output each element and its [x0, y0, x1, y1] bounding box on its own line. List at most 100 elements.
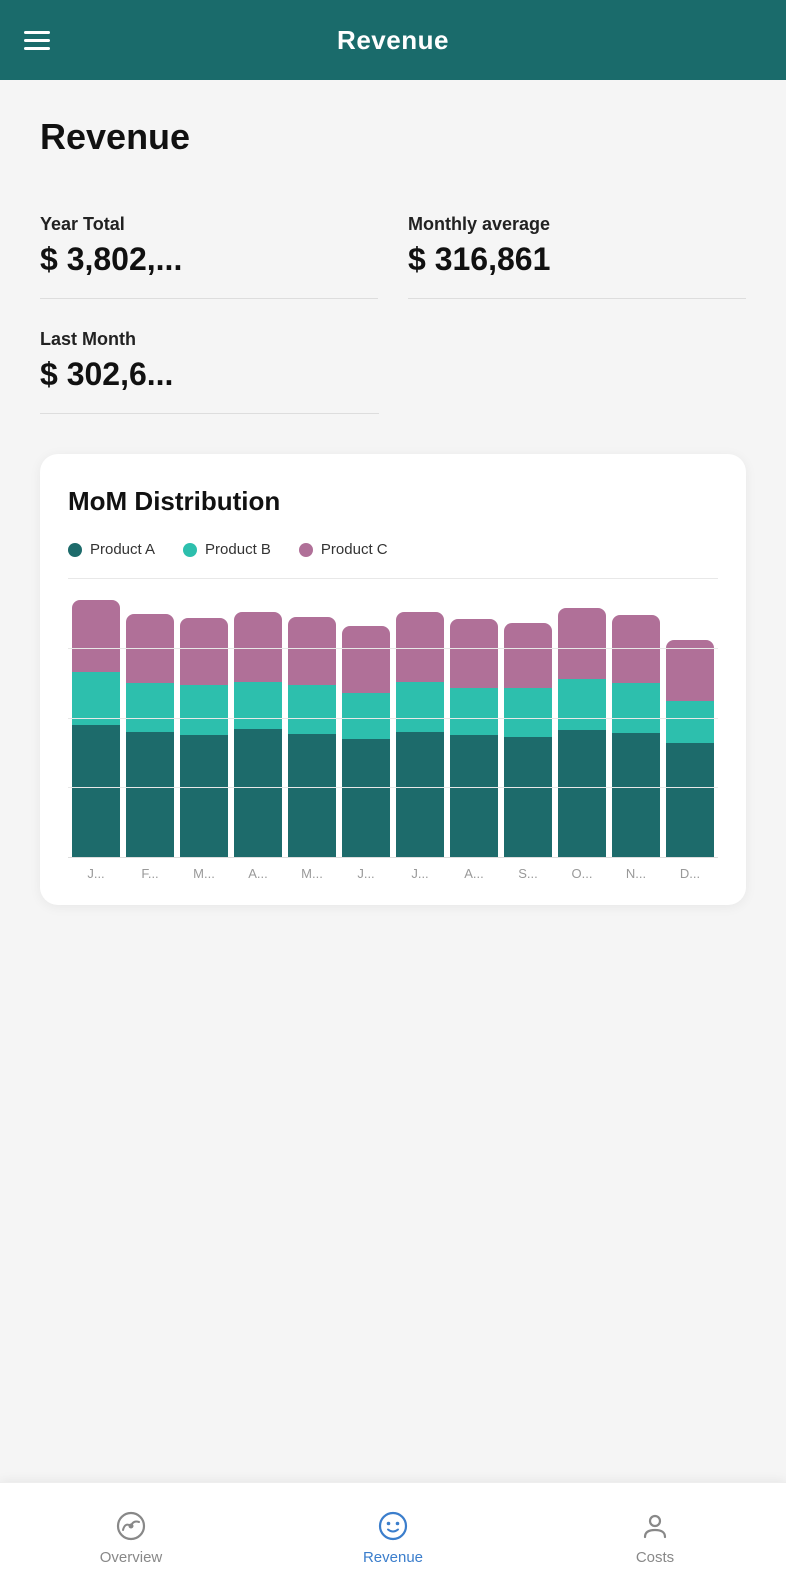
nav-item-revenue[interactable]: Revenue [262, 1483, 524, 1592]
stat-year-total: Year Total $ 3,802,... [40, 194, 378, 299]
bar-segment-product-b [450, 688, 498, 735]
bar-month-label: N... [612, 866, 660, 881]
bar-stack [126, 614, 174, 857]
app-header: Revenue [0, 0, 786, 80]
page-title: Revenue [40, 116, 746, 158]
bar-segment-product-c [612, 615, 660, 683]
bar-group [180, 578, 228, 857]
bar-segment-product-c [450, 619, 498, 688]
legend-label-product-c: Product C [321, 541, 388, 558]
bar-segment-product-c [126, 614, 174, 683]
bar-segment-product-a [288, 734, 336, 857]
bar-month-label: A... [234, 866, 282, 881]
bar-chart [68, 578, 718, 858]
bar-group [126, 578, 174, 857]
bar-group [504, 578, 552, 857]
legend-label-product-a: Product A [90, 541, 155, 558]
bar-group [450, 578, 498, 857]
bar-stack [180, 618, 228, 857]
bar-segment-product-b [504, 688, 552, 737]
last-month-value: $ 302,6... [40, 356, 379, 393]
legend-dot-product-c [299, 543, 313, 557]
bar-stack [504, 623, 552, 857]
bar-stack [72, 600, 120, 857]
bar-segment-product-a [234, 729, 282, 857]
bar-stack [450, 619, 498, 857]
bar-group [72, 578, 120, 857]
bar-segment-product-c [558, 608, 606, 679]
bar-segment-product-a [396, 732, 444, 857]
bar-month-label: F... [126, 866, 174, 881]
bar-segment-product-a [126, 732, 174, 857]
bar-month-label: D... [666, 866, 714, 881]
smiley-icon [376, 1509, 410, 1543]
last-month-label: Last Month [40, 329, 379, 350]
bar-segment-product-a [342, 739, 390, 857]
bar-stack [666, 640, 714, 857]
bar-segment-product-c [666, 640, 714, 701]
bar-segment-product-b [342, 693, 390, 739]
bar-segment-product-b [396, 682, 444, 732]
year-total-label: Year Total [40, 214, 378, 235]
bar-segment-product-b [234, 682, 282, 729]
legend-label-product-b: Product B [205, 541, 271, 558]
bar-month-label: A... [450, 866, 498, 881]
nav-item-costs[interactable]: Costs [524, 1483, 786, 1592]
mom-distribution-card: MoM Distribution Product A Product B Pro… [40, 454, 746, 905]
bar-segment-product-a [666, 743, 714, 857]
gauge-icon [114, 1509, 148, 1543]
legend-dot-product-b [183, 543, 197, 557]
person-icon [638, 1509, 672, 1543]
bar-group [558, 578, 606, 857]
bar-chart-container: J...F...M...A...M...J...J...A...S...O...… [68, 578, 718, 881]
bar-segment-product-a [72, 725, 120, 857]
legend-item-product-b: Product B [183, 541, 271, 558]
legend-item-product-c: Product C [299, 541, 388, 558]
bar-month-label: O... [558, 866, 606, 881]
bar-month-label: J... [396, 866, 444, 881]
bar-segment-product-a [504, 737, 552, 857]
bar-segment-product-c [342, 626, 390, 693]
bar-group [666, 578, 714, 857]
bar-stack [612, 615, 660, 857]
nav-label-revenue: Revenue [363, 1549, 423, 1566]
nav-item-overview[interactable]: Overview [0, 1483, 262, 1592]
bar-segment-product-c [396, 612, 444, 682]
nav-label-costs: Costs [636, 1549, 674, 1566]
monthly-average-value: $ 316,861 [408, 241, 746, 278]
chart-title: MoM Distribution [68, 486, 718, 517]
header-title: Revenue [337, 25, 449, 56]
bar-month-label: S... [504, 866, 552, 881]
monthly-average-label: Monthly average [408, 214, 746, 235]
bar-stack [558, 608, 606, 857]
bar-month-label: J... [72, 866, 120, 881]
bar-segment-product-b [288, 685, 336, 734]
stats-row-top: Year Total $ 3,802,... Monthly average $… [40, 194, 746, 299]
bar-segment-product-b [612, 683, 660, 733]
bar-segment-product-c [180, 618, 228, 685]
bar-segment-product-b [558, 679, 606, 730]
stat-monthly-average: Monthly average $ 316,861 [408, 194, 746, 299]
bottom-nav: Overview Revenue Costs [0, 1482, 786, 1592]
bar-segment-product-c [504, 623, 552, 688]
bar-segment-product-b [72, 672, 120, 725]
bar-segment-product-b [126, 683, 174, 732]
bar-segment-product-b [180, 685, 228, 735]
main-content: Revenue Year Total $ 3,802,... Monthly a… [0, 80, 786, 1592]
menu-button[interactable] [24, 31, 50, 50]
bar-segment-product-c [234, 612, 282, 682]
bar-labels-row: J...F...M...A...M...J...J...A...S...O...… [68, 858, 718, 881]
bar-segment-product-a [558, 730, 606, 857]
bar-stack [288, 617, 336, 857]
bar-segment-product-a [450, 735, 498, 857]
bar-segment-product-a [612, 733, 660, 857]
chart-legend: Product A Product B Product C [68, 541, 718, 558]
legend-item-product-a: Product A [68, 541, 155, 558]
bar-stack [234, 612, 282, 857]
bar-group [288, 578, 336, 857]
bar-group [234, 578, 282, 857]
bar-segment-product-b [666, 701, 714, 743]
stat-last-month: Last Month $ 302,6... [40, 309, 379, 414]
bar-stack [396, 612, 444, 857]
bar-month-label: J... [342, 866, 390, 881]
